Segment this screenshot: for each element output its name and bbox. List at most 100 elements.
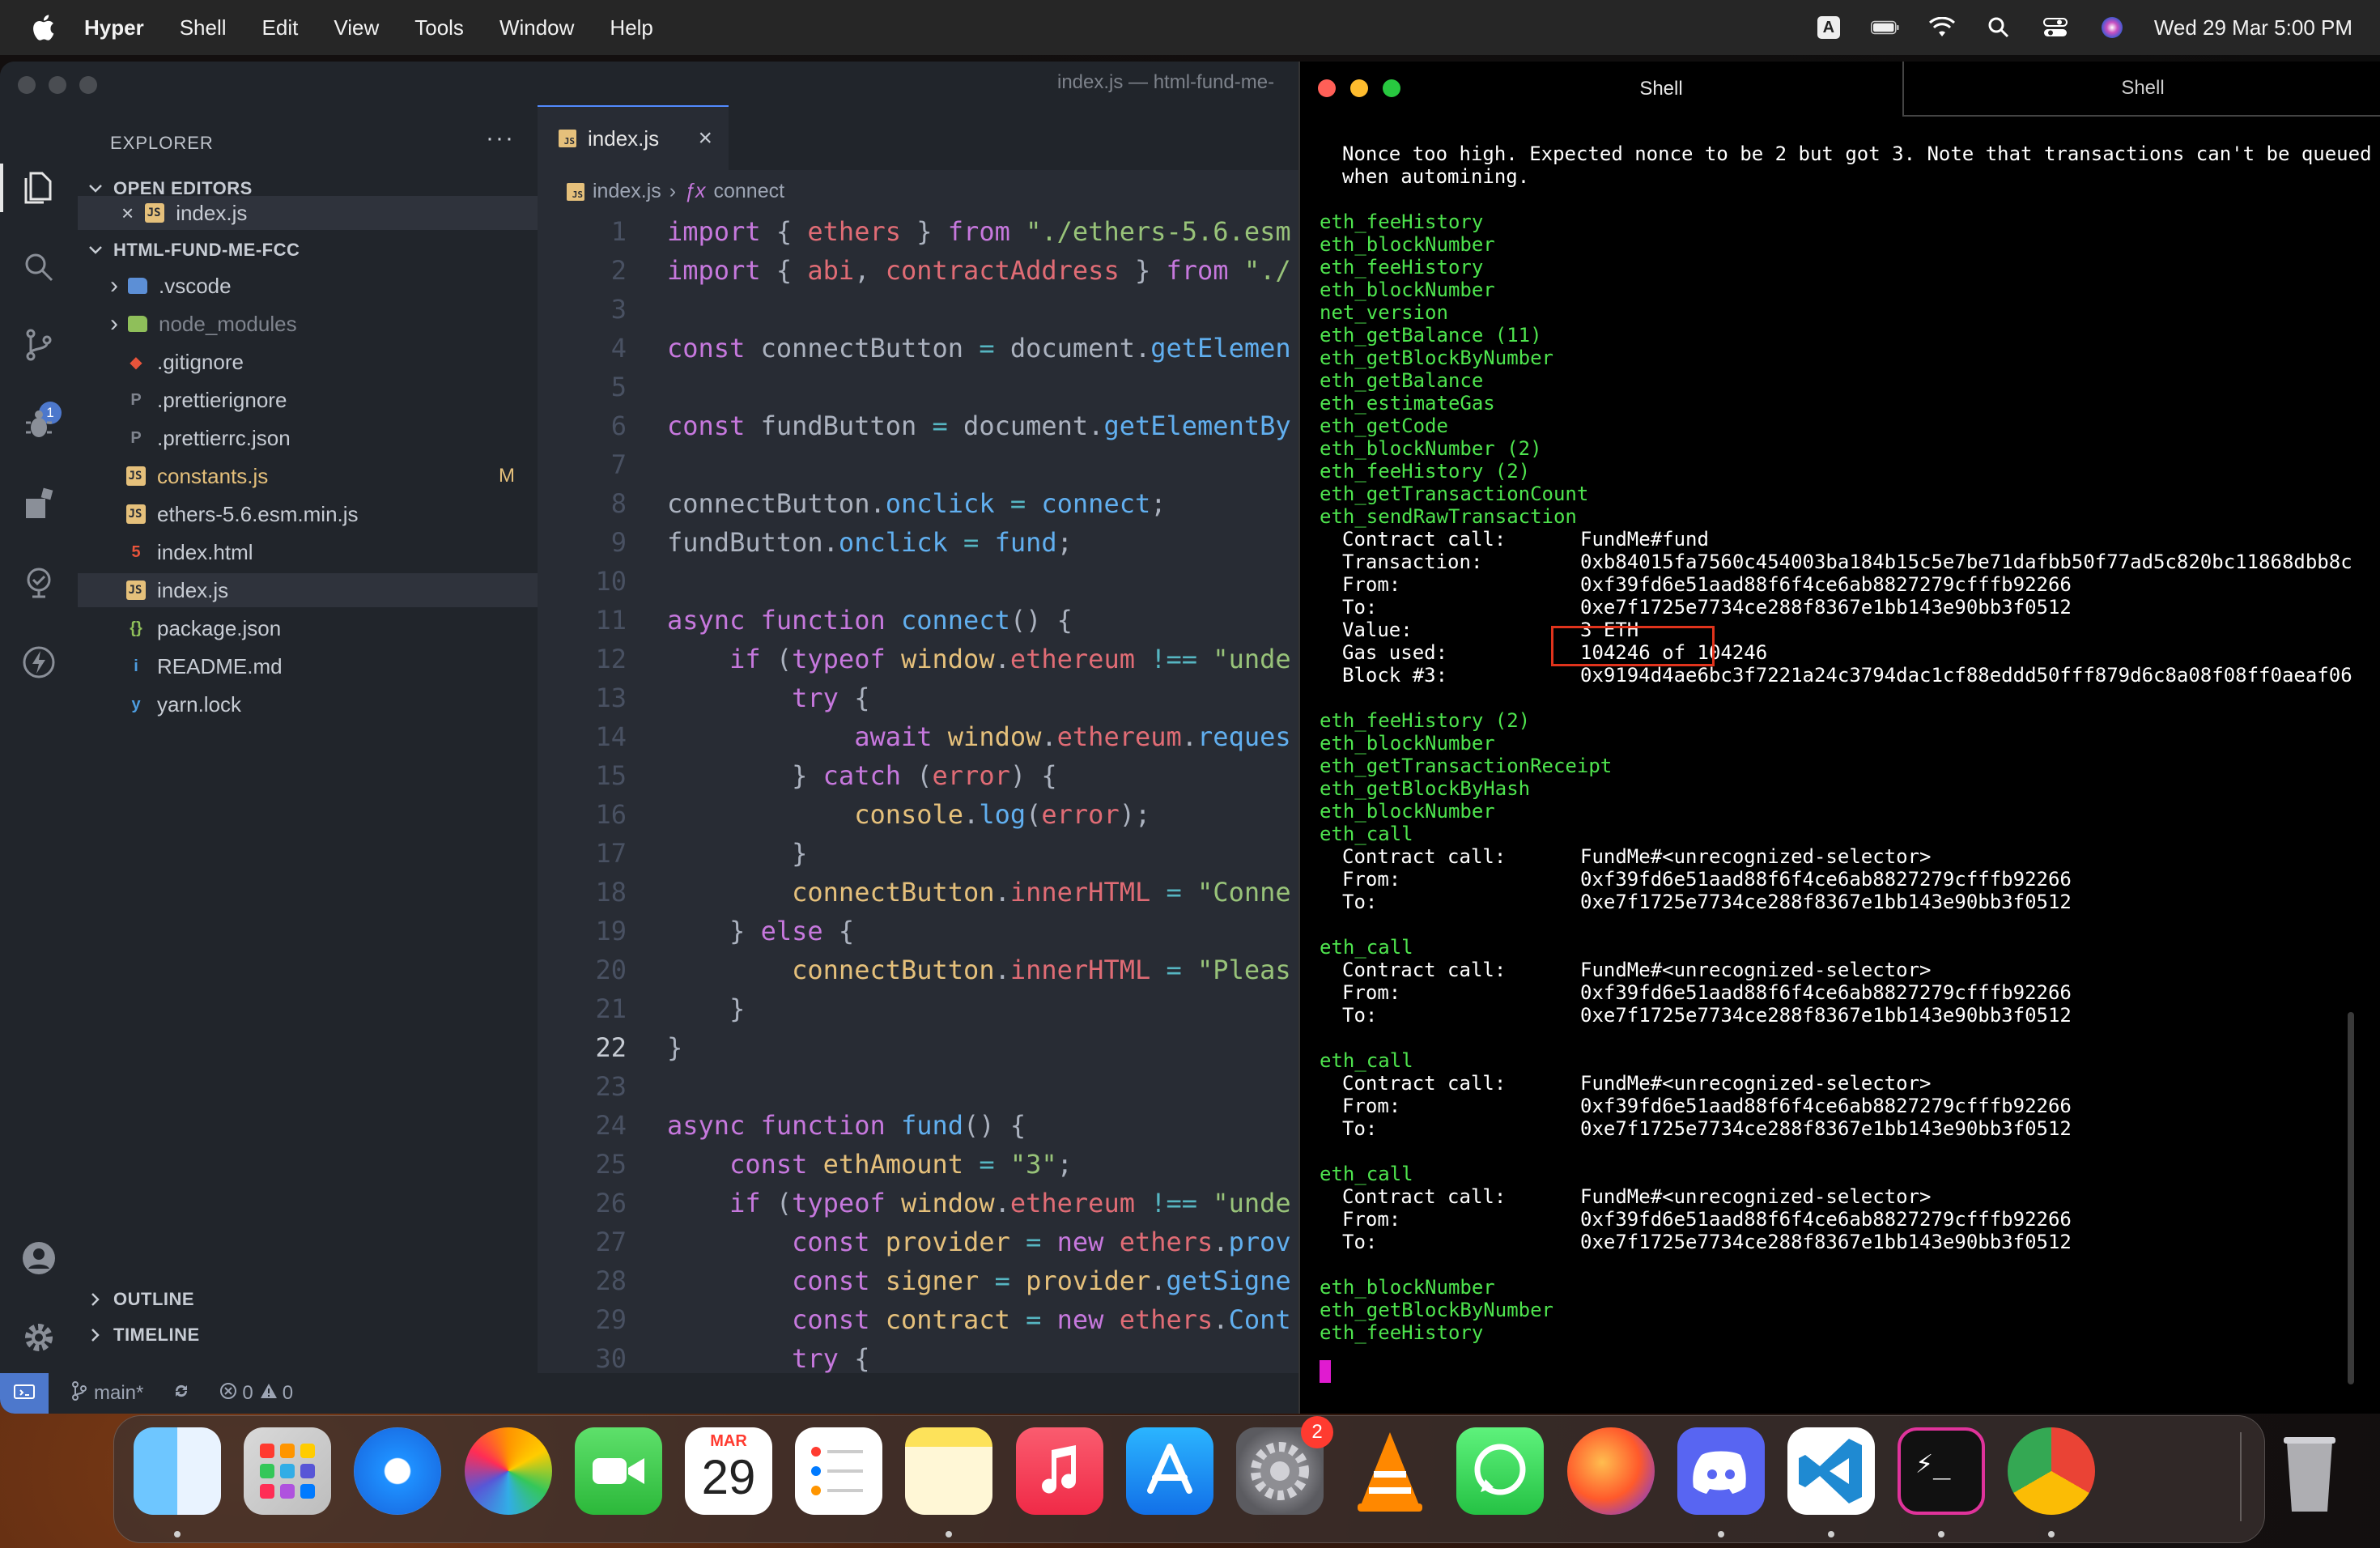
settings-gear-icon[interactable] (19, 1318, 58, 1357)
file-tree-item[interactable]: {} package.json (78, 611, 538, 645)
code-line[interactable]: 24 async function fund() { (538, 1106, 1311, 1145)
source-control-icon[interactable] (19, 325, 58, 364)
code-line[interactable]: 20 connectButton.innerHTML = "Pleas (538, 950, 1311, 989)
error-count[interactable]: 0 (242, 1382, 253, 1405)
menu-shell[interactable]: Shell (180, 15, 227, 40)
git-branch-label[interactable]: main* (94, 1382, 143, 1405)
battery-icon[interactable] (1870, 15, 1900, 40)
code-line[interactable]: 17 } (538, 834, 1311, 873)
code-line[interactable]: 13 try { (538, 678, 1311, 717)
code-line[interactable]: 19 } else { (538, 912, 1311, 950)
editor-tab-index-js[interactable]: JS index.js × (538, 105, 729, 170)
remote-indicator-icon[interactable] (0, 1373, 49, 1414)
code-line[interactable]: 5 (538, 368, 1311, 406)
code-line[interactable]: 14 await window.ethereum.reques (538, 717, 1311, 756)
menu-help[interactable]: Help (610, 15, 652, 40)
close-editor-icon[interactable]: × (121, 201, 134, 226)
dock-reminders-icon[interactable] (795, 1427, 883, 1515)
terminal-tab-2[interactable]: Shell (1902, 62, 2380, 117)
file-tree-item[interactable]: › .vscode (78, 269, 538, 303)
dock-vlc-icon[interactable] (1346, 1427, 1434, 1515)
dock-calendar-icon[interactable]: MAR 29 (685, 1427, 772, 1515)
minimize-window-button[interactable] (1350, 79, 1368, 97)
dock-firefox-icon[interactable] (1566, 1427, 1655, 1515)
open-editor-item[interactable]: × JS index.js (78, 196, 538, 230)
code-line[interactable]: 11 async function connect() { (538, 601, 1311, 640)
code-line[interactable]: 7 (538, 445, 1311, 484)
breadcrumb-file[interactable]: index.js (593, 180, 661, 203)
close-tab-icon[interactable]: × (698, 125, 712, 152)
code-line[interactable]: 21 } (538, 989, 1311, 1028)
terminal-tab-1[interactable]: Shell (1420, 62, 1902, 117)
dock-notes-icon[interactable] (905, 1427, 993, 1515)
code-line[interactable]: 26 if (typeof window.ethereum !== "unde (538, 1184, 1311, 1223)
explorer-files-icon[interactable] (19, 168, 58, 207)
spotlight-search-icon[interactable] (1984, 15, 2013, 40)
code-line[interactable]: 10 (538, 562, 1311, 601)
explorer-more-actions-button[interactable]: ··· (486, 125, 515, 152)
code-line[interactable]: 3 (538, 290, 1311, 329)
extensions-icon[interactable] (19, 484, 58, 523)
code-line[interactable]: 8 connectButton.onclick = connect; (538, 484, 1311, 523)
code-line[interactable]: 16 console.log(error); (538, 795, 1311, 834)
menu-clock[interactable]: Wed 29 Mar 5:00 PM (2154, 15, 2352, 40)
breadcrumb-symbol[interactable]: connect (714, 180, 785, 203)
code-line[interactable]: 2 import { abi, contractAddress } from ".… (538, 251, 1311, 290)
thunder-client-icon[interactable] (19, 643, 58, 682)
code-line[interactable]: 28 const signer = provider.getSigne (538, 1261, 1311, 1300)
dock-trash-icon[interactable] (2266, 1427, 2353, 1515)
zoom-window-button[interactable] (1383, 79, 1400, 97)
file-tree-item[interactable]: P .prettierignore (78, 383, 538, 417)
code-line[interactable]: 29 const contract = new ethers.Cont (538, 1300, 1311, 1339)
chevron-right-icon[interactable]: › (110, 272, 118, 300)
code-line[interactable]: 22} (538, 1028, 1311, 1067)
code-line[interactable]: 18 connectButton.innerHTML = "Conne (538, 873, 1311, 912)
control-center-icon[interactable] (2041, 15, 2070, 40)
file-tree-item[interactable]: 5 index.html (78, 535, 538, 569)
dock-whatsapp-icon[interactable] (1456, 1427, 1545, 1515)
file-tree-item[interactable]: i README.md (78, 649, 538, 683)
dock-discord-icon[interactable] (1677, 1427, 1765, 1515)
file-tree-item[interactable]: JS ethers-5.6.esm.min.js (78, 497, 538, 531)
minimize-window-button[interactable] (49, 76, 66, 94)
menu-window[interactable]: Window (499, 15, 574, 40)
menu-tools[interactable]: Tools (414, 15, 464, 40)
file-tree-item[interactable]: JS index.js (78, 573, 538, 607)
code-line[interactable]: 12 if (typeof window.ethereum !== "unde (538, 640, 1311, 678)
dock-facetime-icon[interactable] (574, 1427, 662, 1515)
warning-count[interactable]: 0 (283, 1382, 293, 1405)
code-line[interactable]: 27 const provider = new ethers.prov (538, 1223, 1311, 1261)
dock-music-icon[interactable] (1015, 1427, 1103, 1515)
code-line[interactable]: 23 (538, 1067, 1311, 1106)
dock-safari-icon[interactable] (354, 1427, 442, 1515)
remote-explorer-icon[interactable] (19, 563, 58, 602)
siri-icon[interactable] (2097, 15, 2127, 40)
close-window-button[interactable] (18, 76, 36, 94)
file-tree-item[interactable]: JS constants.js M (78, 459, 538, 493)
menu-edit[interactable]: Edit (262, 15, 299, 40)
dock-hyper-icon[interactable]: ⚡_ (1898, 1427, 1986, 1515)
menu-app-name[interactable]: Hyper (84, 15, 144, 40)
run-debug-icon[interactable] (19, 405, 58, 444)
wifi-icon[interactable] (1927, 15, 1957, 40)
dock-launchpad-icon[interactable] (244, 1427, 332, 1515)
file-tree-item[interactable]: P .prettierrc.json (78, 421, 538, 455)
terminal-scrollbar[interactable] (2348, 1012, 2354, 1384)
zoom-window-button[interactable] (79, 76, 97, 94)
file-tree-item[interactable]: ◆ .gitignore (78, 345, 538, 379)
account-icon[interactable] (19, 1239, 58, 1278)
code-line[interactable]: 1 import { ethers } from "./ethers-5.6.es… (538, 212, 1311, 251)
dock-photos-icon[interactable] (464, 1427, 552, 1515)
sync-icon[interactable] (172, 1382, 190, 1406)
project-folder-section[interactable]: HTML-FUND-ME-FCC (87, 240, 300, 261)
apple-icon[interactable] (31, 14, 55, 41)
search-icon[interactable] (19, 248, 58, 287)
code-line[interactable]: 30 try { (538, 1339, 1311, 1378)
timeline-section[interactable]: TIMELINE (87, 1325, 200, 1346)
dock-finder-icon[interactable] (134, 1427, 221, 1515)
code-line[interactable]: 6 const fundButton = document.getElementB… (538, 406, 1311, 445)
dock-chrome-icon[interactable] (2008, 1427, 2096, 1515)
close-window-button[interactable] (1318, 79, 1336, 97)
chevron-right-icon[interactable]: › (110, 310, 118, 338)
code-line[interactable]: 9 fundButton.onclick = fund; (538, 523, 1311, 562)
